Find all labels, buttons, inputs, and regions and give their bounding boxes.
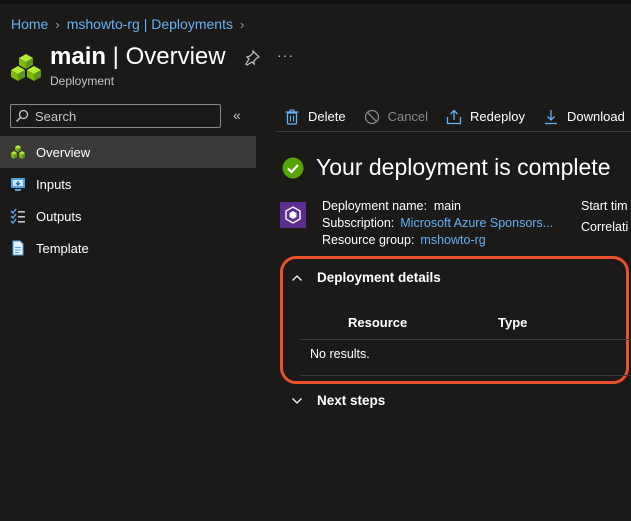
breadcrumb: Home › mshowto-rg | Deployments › [11, 15, 251, 33]
redeploy-label: Redeploy [470, 109, 525, 124]
subscription-row: Subscription: Microsoft Azure Sponsors... [322, 215, 553, 232]
start-time-label: Start tim [581, 199, 628, 213]
deployment-name-row: Deployment name: main [322, 198, 553, 215]
resource-group-link[interactable]: mshowto-rg [420, 233, 485, 247]
sidebar-item-label: Outputs [36, 208, 82, 224]
template-icon [12, 240, 24, 256]
page-title-name: main [50, 43, 107, 70]
chevron-right-icon: › [55, 16, 60, 32]
pin-icon[interactable] [244, 50, 260, 66]
status-message: Your deployment is complete [316, 154, 611, 180]
search-box[interactable] [10, 104, 221, 128]
cancel-label: Cancel [387, 109, 429, 124]
sidebar-nav: Overview Inputs Outputs Template [0, 136, 256, 264]
deployment-status: Your deployment is complete [282, 154, 611, 181]
deployment-name-label: Deployment name: [322, 199, 427, 213]
details-table-header: Resource Type [300, 310, 631, 340]
collapse-sidebar-button[interactable]: « [233, 107, 241, 123]
chevron-down-icon [292, 397, 302, 404]
command-bar: Delete Cancel Redeploy Download [276, 102, 631, 132]
page-subtitle: Deployment [50, 74, 115, 88]
breadcrumb-deployments[interactable]: mshowto-rg | Deployments [67, 16, 233, 32]
subscription-label: Subscription: [322, 216, 395, 230]
sidebar-item-label: Inputs [36, 176, 72, 192]
chevron-right-icon: › [239, 16, 245, 32]
deployment-badge-icon [280, 202, 306, 228]
outputs-icon [10, 208, 25, 224]
more-options-button[interactable]: ··· [277, 47, 294, 63]
correlation-label: Correlati [581, 220, 629, 234]
deployment-cubes-icon [11, 145, 25, 159]
upload-icon [446, 109, 462, 124]
top-bar [0, 0, 631, 4]
resource-group-row: Resource group: mshowto-rg [322, 232, 553, 249]
download-icon [544, 109, 557, 124]
sidebar-item-label: Template [36, 240, 89, 256]
deployment-details-toggle[interactable]: Deployment details [291, 270, 441, 285]
page-title-suffix: | Overview [106, 43, 226, 70]
search-icon [16, 109, 29, 122]
deployment-details-title: Deployment details [317, 270, 441, 285]
sidebar-item-overview[interactable]: Overview [0, 136, 256, 168]
breadcrumb-home[interactable]: Home [11, 16, 48, 32]
column-resource[interactable]: Resource [348, 315, 407, 330]
empty-table-message: No results. [310, 347, 370, 361]
sidebar-item-outputs[interactable]: Outputs [0, 200, 256, 232]
column-type[interactable]: Type [498, 315, 527, 330]
delete-button[interactable]: Delete [284, 109, 346, 125]
redeploy-button[interactable]: Redeploy [446, 109, 525, 125]
inputs-icon [11, 178, 25, 191]
deployment-name-value: main [433, 199, 461, 213]
page-header: main | Overview Deployment [10, 42, 226, 88]
success-check-icon [282, 157, 304, 178]
deployment-cubes-icon [11, 54, 41, 81]
cancel-button[interactable]: Cancel [364, 109, 428, 125]
sidebar-item-inputs[interactable]: Inputs [0, 168, 256, 200]
next-steps-title: Next steps [317, 393, 386, 408]
subscription-link[interactable]: Microsoft Azure Sponsors... [400, 216, 553, 230]
page-title: main | Overview [50, 42, 226, 72]
delete-label: Delete [308, 109, 346, 124]
sidebar-item-label: Overview [36, 144, 91, 160]
download-label: Download [566, 109, 625, 124]
next-steps-toggle[interactable]: Next steps [291, 393, 385, 408]
sidebar-item-template[interactable]: Template [0, 232, 256, 264]
search-input[interactable] [35, 108, 215, 124]
trash-icon [285, 109, 299, 125]
chevron-up-icon [292, 274, 302, 281]
resource-group-label: Resource group: [322, 233, 415, 247]
cancel-icon [364, 109, 379, 124]
download-button[interactable]: Download [543, 109, 625, 125]
table-divider [300, 375, 631, 376]
